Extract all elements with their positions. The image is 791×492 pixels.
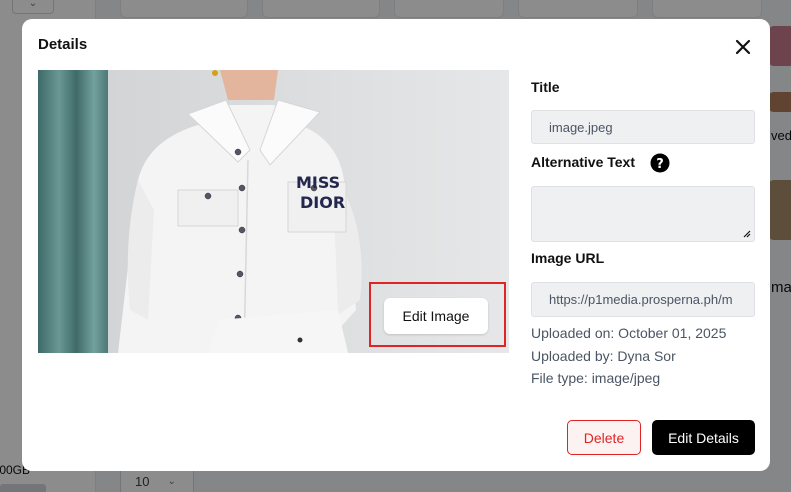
title-field[interactable]: image.jpeg: [531, 110, 755, 144]
title-field-value: image.jpeg: [549, 119, 613, 135]
uploaded-by-text: Uploaded by: Dyna Sor: [531, 348, 676, 364]
edit-image-button[interactable]: Edit Image: [384, 298, 488, 334]
jacket-print-line2: DIOR: [300, 193, 345, 212]
details-modal: Details MISS DIOR Edit Image Title image…: [22, 19, 770, 471]
uploaded-on-text: Uploaded on: October 01, 2025: [531, 325, 727, 341]
title-label: Title: [531, 79, 560, 95]
edit-details-button[interactable]: Edit Details: [652, 420, 755, 455]
image-preview: MISS DIOR Edit Image: [38, 70, 509, 353]
help-icon[interactable]: ?: [650, 153, 670, 173]
alternative-text-field[interactable]: [531, 186, 755, 242]
svg-text:?: ?: [656, 157, 664, 172]
close-button[interactable]: [732, 36, 754, 58]
image-url-value: https://p1media.prosperna.ph/m: [549, 292, 733, 307]
delete-button[interactable]: Delete: [567, 420, 641, 455]
modal-title: Details: [38, 36, 88, 53]
resize-grip-icon[interactable]: [742, 229, 751, 238]
image-url-label: Image URL: [531, 250, 605, 266]
alternative-text-label: Alternative Text: [531, 154, 635, 170]
jacket-print-line1: MISS: [296, 173, 340, 192]
image-url-field[interactable]: https://p1media.prosperna.ph/m: [531, 282, 755, 317]
close-icon: [735, 39, 751, 55]
file-type-text: File type: image/jpeg: [531, 370, 661, 386]
